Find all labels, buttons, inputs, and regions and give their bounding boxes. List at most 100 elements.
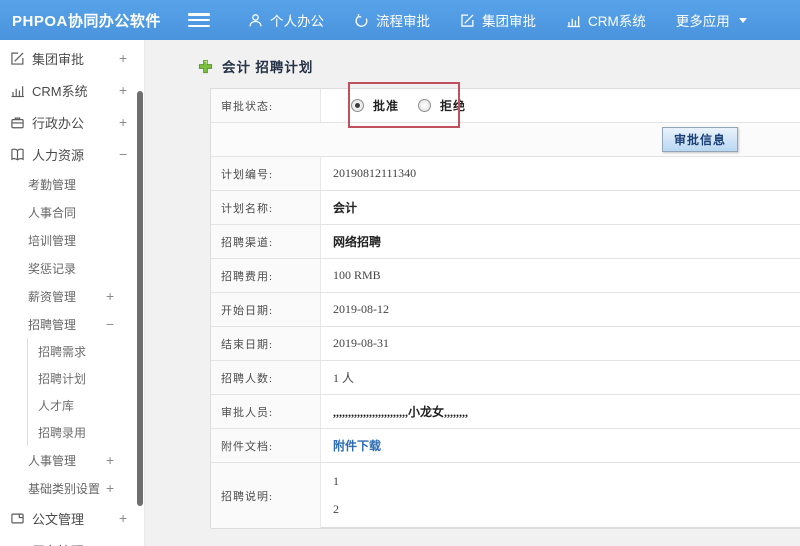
sidebar-item-label: 人事合同 (28, 205, 77, 220)
expand-icon[interactable]: + (106, 480, 114, 496)
plus-icon (198, 59, 213, 73)
description-line: 2 (333, 502, 339, 516)
sidebar-item-label: 培训管理 (28, 233, 77, 248)
field-label: 开始日期: (211, 293, 321, 326)
row-start-date: 开始日期: 2019-08-12 (211, 293, 800, 327)
truck-icon (10, 543, 25, 546)
sidebar-item-basic-category-settings[interactable]: 基础类别设置 + (0, 474, 144, 502)
sidebar-item-human-resources[interactable]: 人力资源 − (0, 138, 144, 170)
nav-label: CRM系统 (588, 14, 646, 29)
field-value: 2019-08-31 (333, 336, 389, 350)
sidebar-item-label: 薪资管理 (28, 289, 77, 304)
expand-icon[interactable]: + (119, 50, 127, 66)
field-value: 会计 (333, 201, 358, 215)
sidebar-item-talent-pool[interactable]: 人才库 (28, 392, 144, 419)
sidebar: 集团审批 + CRM系统 + 行政办公 + 人力资源 − 考勤管理 人事合同 培… (0, 40, 145, 546)
approval-status-options: 批准 拒绝 (321, 89, 800, 122)
expand-icon[interactable]: + (106, 452, 114, 468)
row-plan-number: 计划编号: 20190812111340 (211, 157, 800, 191)
radio-reject-label[interactable]: 拒绝 (440, 97, 466, 114)
expand-icon[interactable]: + (119, 114, 127, 130)
sidebar-item-label: 招聘计划 (38, 372, 87, 386)
caret-down-icon (738, 17, 747, 23)
field-label: 招聘费用: (211, 259, 321, 292)
page-title: 会计 招聘计划 (222, 60, 314, 75)
chart-icon (10, 83, 25, 98)
sidebar-item-attendance-management[interactable]: 考勤管理 (0, 170, 144, 198)
row-recruitment-cost: 招聘费用: 100 RMB (211, 259, 800, 293)
field-value: ,,,,,,,,,,,,,,,,,,,,,,,,,小龙女,,,,,,,, (333, 405, 469, 419)
expand-icon[interactable]: + (106, 288, 114, 304)
field-label: 招聘人数: (211, 361, 321, 394)
expand-icon[interactable]: + (119, 510, 127, 526)
nav-label: 流程审批 (376, 14, 430, 29)
nav-crm-system[interactable]: CRM系统 (566, 10, 646, 30)
sidebar-item-recruitment-management[interactable]: 招聘管理 − (0, 310, 144, 338)
field-label: 审批状态: (211, 89, 321, 122)
sidebar-item-label: 行政办公 (32, 115, 85, 131)
sidebar-item-recruitment-demand[interactable]: 招聘需求 (28, 338, 144, 365)
nav-more-apps[interactable]: 更多应用 (676, 10, 747, 30)
sidebar-item-personnel-contract[interactable]: 人事合同 (0, 198, 144, 226)
sidebar-item-recruitment-plan[interactable]: 招聘计划 (28, 365, 144, 392)
sidebar-item-label: 招聘管理 (28, 317, 77, 332)
sidebar-item-label: 用车管理 (32, 541, 84, 546)
field-label: 招聘渠道: (211, 225, 321, 258)
radio-approve-label[interactable]: 批准 (373, 97, 399, 114)
collapse-icon[interactable]: − (106, 316, 114, 332)
row-recruitment-channel: 招聘渠道: 网络招聘 (211, 225, 800, 259)
recruitment-plan-form: 审批状态: 批准 拒绝 审批信息 计划编号: 20190812111340 计划… (210, 88, 800, 529)
sidebar-item-salary-management[interactable]: 薪资管理 + (0, 282, 144, 310)
sidebar-item-label: CRM系统 (32, 83, 88, 99)
menu-toggle-icon[interactable] (188, 13, 210, 27)
row-end-date: 结束日期: 2019-08-31 (211, 327, 800, 361)
top-header: PHPOA协同办公软件 个人办公 流程审批 集团审批 CRM系统 更多应用 (0, 0, 800, 40)
expand-icon[interactable]: + (119, 82, 127, 98)
expand-icon[interactable]: + (119, 542, 127, 546)
nav-personal-office[interactable]: 个人办公 (248, 10, 324, 30)
sidebar-item-label: 招聘需求 (38, 345, 87, 359)
approve-info-button[interactable]: 审批信息 (661, 127, 738, 152)
row-recruitment-headcount: 招聘人数: 1 人 (211, 361, 800, 395)
sidebar-item-group-approval[interactable]: 集团审批 + (0, 42, 144, 74)
attachment-download-link[interactable]: 附件下载 (333, 437, 381, 454)
nav-group-approval[interactable]: 集团审批 (460, 10, 536, 30)
radio-approve[interactable] (351, 99, 364, 112)
field-label: 审批人员: (211, 395, 321, 428)
chart-icon (566, 13, 581, 28)
field-label: 附件文档: (211, 429, 321, 462)
sidebar-item-vehicle-management[interactable]: 用车管理 + (0, 534, 144, 546)
document-icon (10, 511, 25, 526)
sidebar-item-admin-office[interactable]: 行政办公 + (0, 106, 144, 138)
field-label: 招聘说明: (211, 463, 321, 528)
nav-label: 更多应用 (675, 14, 730, 29)
user-icon (248, 13, 263, 28)
sidebar-item-crm-system[interactable]: CRM系统 + (0, 74, 144, 106)
nav-label: 集团审批 (482, 14, 536, 29)
row-attachment: 附件文档: 附件下载 (211, 429, 800, 463)
radio-reject[interactable] (418, 99, 432, 112)
nav-label: 个人办公 (270, 14, 324, 29)
sidebar-item-document-management[interactable]: 公文管理 + (0, 502, 144, 534)
sidebar-item-personnel-management[interactable]: 人事管理 + (0, 446, 144, 474)
edit-icon (10, 51, 25, 66)
sidebar-item-label: 人才库 (38, 399, 75, 413)
nav-workflow-approval[interactable]: 流程审批 (354, 10, 430, 30)
field-value: 100 RMB (333, 268, 381, 282)
field-value: 20190812111340 (333, 166, 417, 180)
sidebar-item-recruitment-hiring[interactable]: 招聘录用 (28, 419, 144, 446)
row-plan-name: 计划名称: 会计 (211, 191, 800, 225)
main-content: 会计 招聘计划 审批状态: 批准 拒绝 审批信息 计划编号: 201908121… (145, 40, 800, 546)
collapse-icon[interactable]: − (119, 146, 127, 162)
sidebar-item-label: 招聘录用 (38, 426, 87, 440)
field-value: 1 2 (321, 463, 800, 528)
breadcrumb: 会计 招聘计划 (145, 40, 800, 76)
sidebar-item-reward-punishment-records[interactable]: 奖惩记录 (0, 254, 144, 282)
field-label: 计划编号: (211, 157, 321, 190)
sidebar-item-label: 公文管理 (32, 511, 85, 527)
sidebar-scrollbar[interactable] (137, 91, 143, 506)
sidebar-item-training-management[interactable]: 培训管理 (0, 226, 144, 254)
sidebar-item-label: 人事管理 (28, 453, 77, 468)
field-value: 1 人 (333, 371, 355, 385)
field-value: 2019-08-12 (333, 302, 389, 316)
